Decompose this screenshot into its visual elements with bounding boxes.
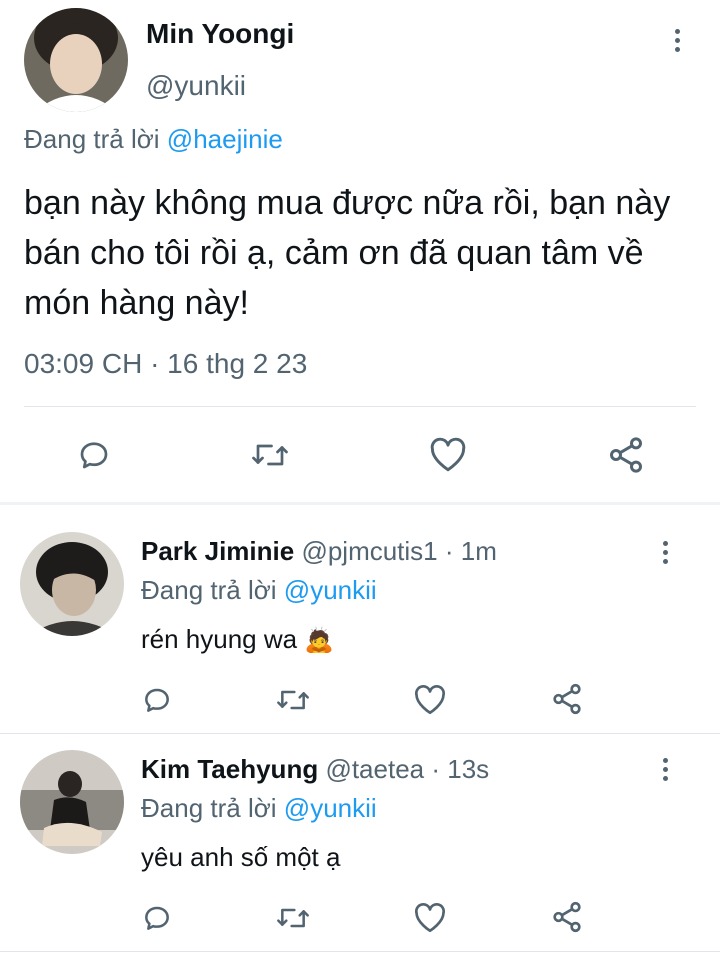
reply-avatar[interactable] [20,532,124,636]
reply-header: Park Jiminie @pjmcutis1 · 1m [141,536,497,567]
bottom-divider [0,951,720,952]
reply-author-handle[interactable]: @pjmcutis1 [301,536,437,566]
main-timestamp[interactable]: 03:09 CH · 16 thg 2 23 [24,348,307,380]
reply-icon[interactable] [76,437,112,473]
like-icon[interactable] [428,437,468,473]
reply-icon[interactable] [141,902,173,934]
reply-replying-line: Đang trả lời @yunkii [141,575,377,606]
reply-text-line: rén hyung wa 🙇 [141,624,334,655]
like-icon[interactable] [413,902,447,934]
main-author-handle[interactable]: @yunkii [146,70,246,102]
reply-replying-line: Đang trả lời @yunkii [141,793,377,824]
share-icon[interactable] [550,900,584,934]
reply-text: rén hyung wa [141,624,298,654]
replying-prefix: Đang trả lời [141,793,277,823]
reply-time[interactable]: · 13s [431,754,489,784]
retweet-icon[interactable] [250,437,290,473]
reply-author-name[interactable]: Kim Taehyung [141,754,318,784]
main-replying-line: Đang trả lời @haejinie [24,124,283,155]
retweet-icon[interactable] [275,684,311,716]
bowing-emoji: 🙇 [304,627,335,654]
reply-header: Kim Taehyung @taetea · 13s [141,754,489,785]
reply-avatar[interactable] [20,750,124,854]
like-icon[interactable] [413,684,447,716]
main-more-icon[interactable] [675,29,681,56]
replying-to-link[interactable]: @yunkii [284,575,377,605]
main-avatar[interactable] [24,8,128,112]
reply-time[interactable]: · 1m [445,536,497,566]
reply-more-icon[interactable] [663,541,669,568]
reply-more-icon[interactable] [663,758,669,785]
retweet-icon[interactable] [275,902,311,934]
replying-to-link[interactable]: @haejinie [167,124,283,154]
replying-prefix: Đang trả lời [141,575,277,605]
replying-to-link[interactable]: @yunkii [284,793,377,823]
reply-author-handle[interactable]: @taetea [325,754,424,784]
reply-divider [0,733,720,734]
reply-icon[interactable] [141,684,173,716]
share-icon[interactable] [550,682,584,716]
reply-text: yêu anh số một ạ [141,842,341,872]
main-tweet-text: bạn này không mua được nữa rồi, bạn này … [24,184,671,322]
replying-prefix: Đang trả lời [24,124,160,154]
section-separator [0,502,720,505]
share-icon[interactable] [606,435,646,475]
main-divider [24,406,696,407]
reply-author-name[interactable]: Park Jiminie [141,536,294,566]
main-author-name[interactable]: Min Yoongi [146,18,294,50]
